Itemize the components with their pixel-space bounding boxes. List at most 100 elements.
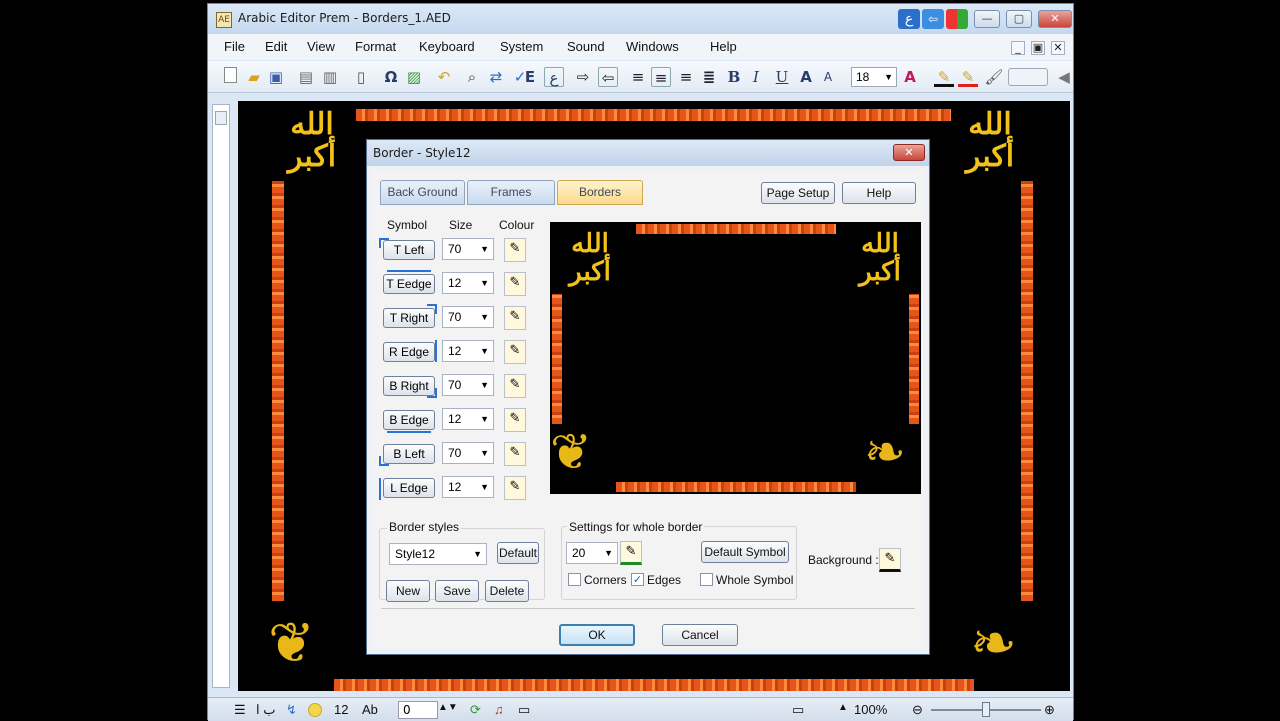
page-setup-button[interactable]: Page Setup xyxy=(761,182,835,204)
symbol-button-t-left[interactable]: T Left xyxy=(383,240,435,260)
mdi-minimize-button[interactable]: _ xyxy=(1011,41,1025,55)
status-ab[interactable]: Ab xyxy=(362,702,378,717)
menu-sound[interactable]: Sound xyxy=(567,39,605,54)
status-field[interactable]: 0 xyxy=(398,701,438,719)
zoom-up-icon[interactable]: ▲ xyxy=(838,702,848,713)
grow-font-icon[interactable]: A xyxy=(796,67,816,87)
scroll-thumb[interactable] xyxy=(215,111,227,125)
omega-icon[interactable]: Ω xyxy=(381,67,401,87)
tab-borders[interactable]: Borders xyxy=(557,180,643,205)
brush-icon[interactable]: 🖌 xyxy=(984,67,1004,87)
menu-lines-icon[interactable]: ☰ xyxy=(234,702,246,718)
page-view-icon[interactable]: ▭ xyxy=(518,702,530,718)
colour-pencil-icon[interactable]: ✎ xyxy=(504,408,526,432)
refresh-icon[interactable]: ⟳ xyxy=(470,702,481,718)
colour-pencil-icon[interactable]: ✎ xyxy=(504,238,526,262)
font-size-select[interactable]: 18 ▼ xyxy=(851,67,897,87)
music-icon[interactable]: ♫ xyxy=(494,702,504,717)
default-style-button[interactable]: Default xyxy=(497,542,539,564)
symbol-button-t-edge[interactable]: T Eedge xyxy=(383,274,435,294)
symbol-button-t-right[interactable]: T Right xyxy=(383,308,435,328)
size-select[interactable]: 70 ▼ xyxy=(442,306,494,328)
background-colour-pencil-icon[interactable]: ✎ xyxy=(879,548,901,572)
symbol-button-b-left[interactable]: B Left xyxy=(383,444,435,464)
menu-view[interactable]: View xyxy=(307,39,335,54)
replace-icon[interactable]: ⇄ xyxy=(486,67,506,87)
ok-button[interactable]: OK xyxy=(559,624,635,646)
underline-icon[interactable]: U xyxy=(772,67,792,87)
colour-pencil-icon[interactable]: ✎ xyxy=(504,306,526,330)
undo-icon[interactable]: ↶ xyxy=(434,67,454,87)
colour-pencil-icon[interactable]: ✎ xyxy=(504,476,526,500)
whole-symbol-checkbox[interactable] xyxy=(700,573,713,586)
size-select[interactable]: 12 ▼ xyxy=(442,340,494,362)
vertical-scrollbar[interactable] xyxy=(212,104,230,688)
back-arrow-icon[interactable]: ⇦ xyxy=(922,9,944,29)
wrap-icon[interactable]: ↯ xyxy=(286,702,297,718)
cancel-button[interactable]: Cancel xyxy=(662,624,738,646)
print-preview-icon[interactable]: ▥ xyxy=(320,67,340,87)
symbol-button-l-edge[interactable]: L Edge xyxy=(383,478,435,498)
layout-icon[interactable]: ▭ xyxy=(792,702,804,718)
document-icon[interactable]: ▯ xyxy=(351,67,371,87)
close-button[interactable]: ✕ xyxy=(1038,10,1072,28)
symbol-button-r-edge[interactable]: R Edge xyxy=(383,342,435,362)
corners-checkbox[interactable] xyxy=(568,573,581,586)
arabic-mode-button[interactable]: ع xyxy=(898,9,920,29)
size-select[interactable]: 12 ▼ xyxy=(442,272,494,294)
new-icon[interactable] xyxy=(220,67,240,87)
edges-checkbox[interactable]: ✓ xyxy=(631,573,644,586)
new-style-button[interactable]: New xyxy=(386,580,430,602)
size-select[interactable]: 12 ▼ xyxy=(442,408,494,430)
menu-edit[interactable]: Edit xyxy=(265,39,287,54)
arabic-icon[interactable]: ع xyxy=(544,67,564,87)
speaker-icon[interactable]: ◀ xyxy=(1054,67,1074,87)
shrink-font-icon[interactable]: A xyxy=(818,67,838,87)
help-button[interactable]: Help xyxy=(842,182,916,204)
print-icon[interactable]: ▤ xyxy=(296,67,316,87)
justify-icon[interactable]: ≣ xyxy=(699,67,719,87)
highlight-pencil-icon[interactable]: ✎ xyxy=(958,67,978,87)
keyboard-icon[interactable] xyxy=(1008,68,1048,86)
text-colour-pencil-icon[interactable]: ✎ xyxy=(934,67,954,87)
menu-windows[interactable]: Windows xyxy=(626,39,679,54)
colour-pencil-icon[interactable]: ✎ xyxy=(504,442,526,466)
bold-icon[interactable]: B xyxy=(724,67,744,87)
symbol-button-b-edge[interactable]: B Edge xyxy=(383,410,435,430)
menu-file[interactable]: File xyxy=(224,39,245,54)
colour-grid-icon[interactable] xyxy=(946,9,968,29)
default-symbol-button[interactable]: Default Symbol xyxy=(701,541,789,563)
italic-icon[interactable]: I xyxy=(746,67,766,87)
size-select[interactable]: 70 ▼ xyxy=(442,238,494,260)
find-icon[interactable]: ⌕ xyxy=(462,67,482,87)
border-style-select[interactable]: Style12 ▼ xyxy=(389,543,487,565)
english-icon[interactable]: E xyxy=(520,67,540,87)
ltr-icon[interactable]: ⇨ xyxy=(573,67,593,87)
spin-arrows-icon[interactable]: ▲▼ xyxy=(438,702,458,713)
colour-pencil-icon[interactable]: ✎ xyxy=(504,272,526,296)
dialog-close-button[interactable]: ✕ xyxy=(893,144,925,161)
delete-style-button[interactable]: Delete xyxy=(485,580,529,602)
maximize-button[interactable]: ▢ xyxy=(1006,10,1032,28)
open-icon[interactable]: ▰ xyxy=(244,67,264,87)
colour-pencil-icon[interactable]: ✎ xyxy=(504,374,526,398)
mdi-close-button[interactable]: ✕ xyxy=(1051,41,1065,55)
size-select[interactable]: 70 ▼ xyxy=(442,442,494,464)
align-right-icon[interactable]: ≡ xyxy=(676,67,696,87)
minimize-button[interactable]: — xyxy=(974,10,1000,28)
menu-help[interactable]: Help xyxy=(710,39,737,54)
image-icon[interactable]: ▨ xyxy=(404,67,424,87)
align-center-icon[interactable]: ≡ xyxy=(651,67,671,87)
symbol-button-b-right[interactable]: B Right xyxy=(383,376,435,396)
save-style-button[interactable]: Save xyxy=(435,580,479,602)
zoom-out-icon[interactable]: ⊖ xyxy=(912,702,923,718)
save-icon[interactable]: ▣ xyxy=(266,67,286,87)
menu-format[interactable]: Format xyxy=(355,39,396,54)
font-colour-icon[interactable]: A xyxy=(900,67,920,87)
rtl-icon[interactable]: ⇦ xyxy=(598,67,618,87)
tab-background[interactable]: Back Ground xyxy=(380,180,465,205)
language-indicator[interactable]: ب ا xyxy=(256,702,275,718)
align-left-icon[interactable]: ≡ xyxy=(628,67,648,87)
whole-size-select[interactable]: 20 ▼ xyxy=(566,542,618,564)
zoom-in-icon[interactable]: ⊕ xyxy=(1044,702,1055,718)
